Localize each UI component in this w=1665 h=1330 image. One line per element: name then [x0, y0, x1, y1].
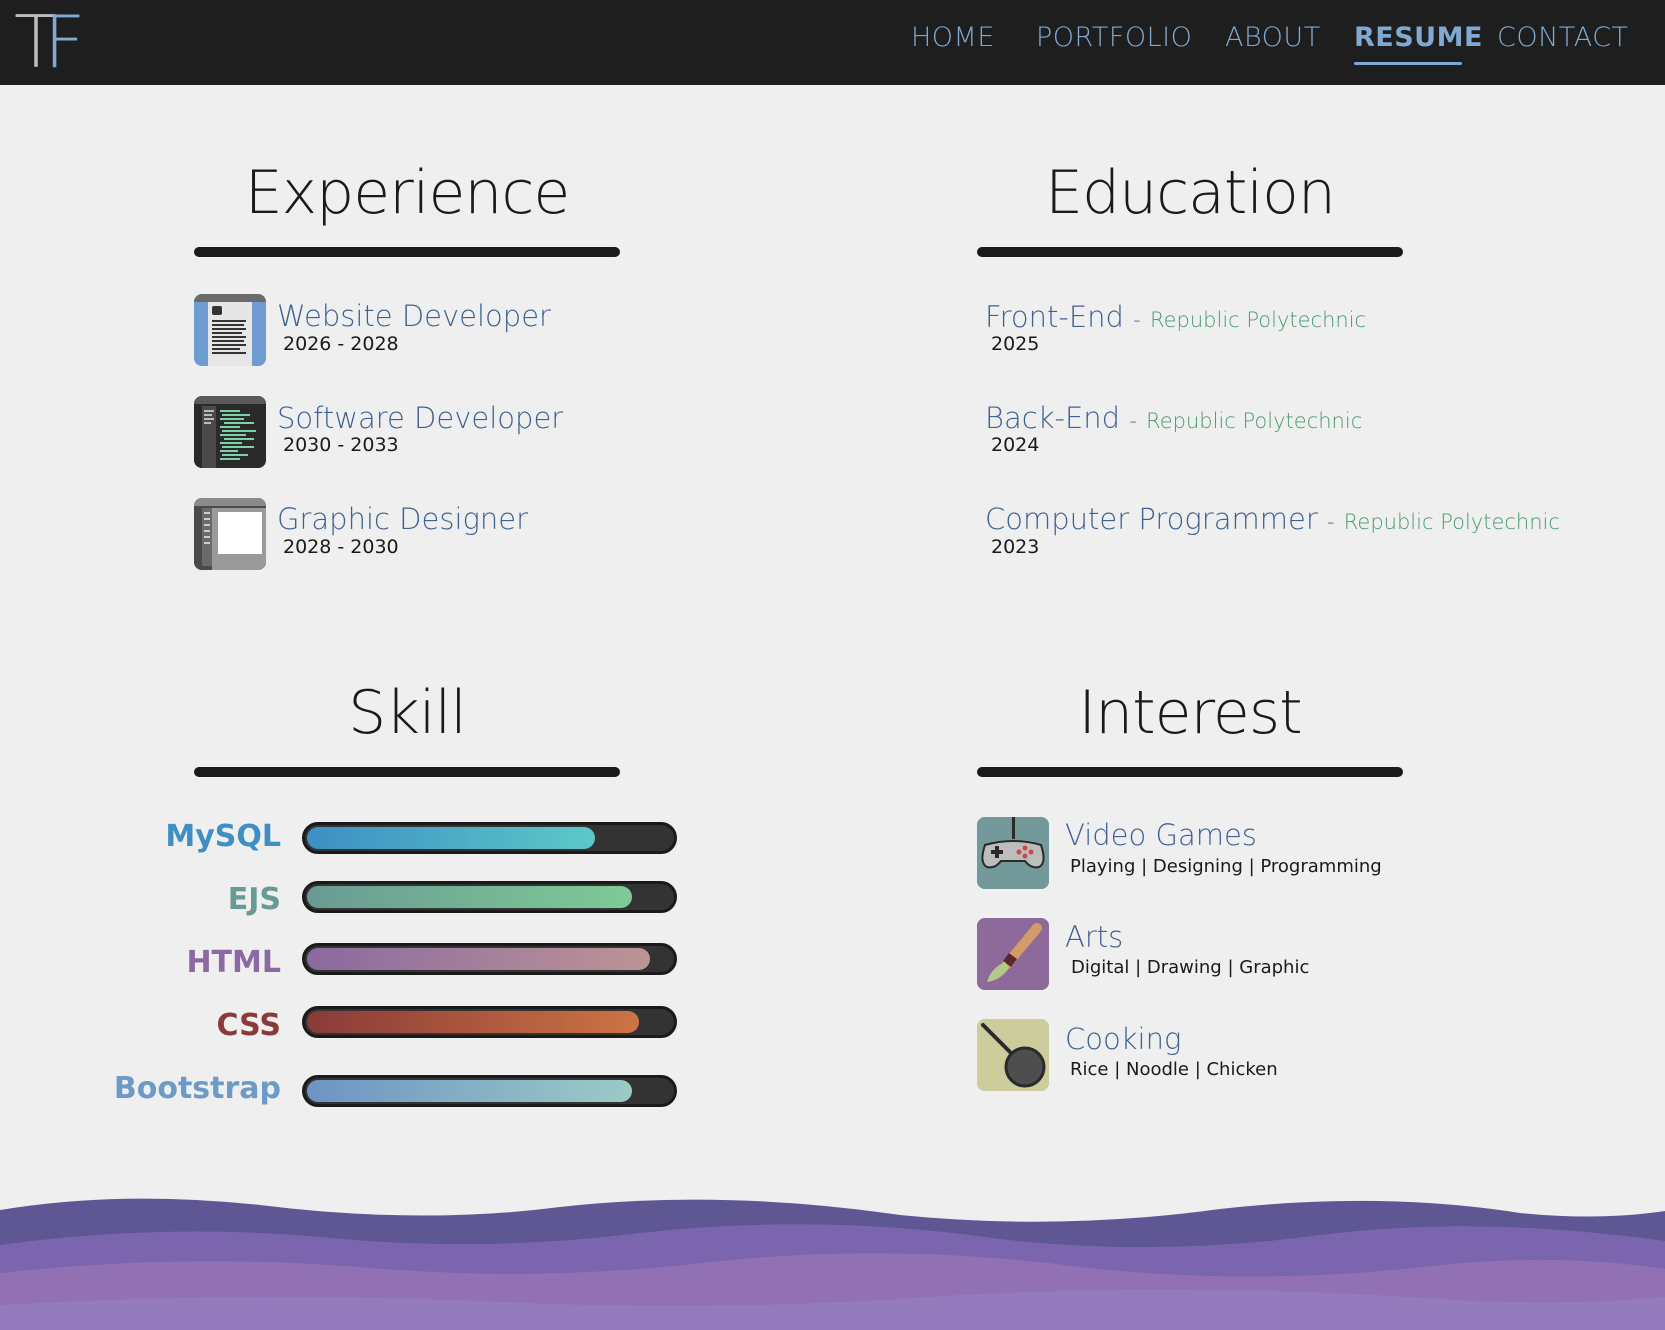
education-degree: Back-End	[985, 401, 1121, 435]
interest-item-title: Video Games	[1065, 818, 1257, 852]
skill-bar-fill	[307, 1011, 639, 1033]
skill-bar-track	[302, 881, 677, 913]
experience-item-years: 2026 - 2028	[283, 333, 399, 355]
interest-item-detail: Playing | Designing | Programming	[1070, 856, 1382, 877]
gamepad-icon	[977, 817, 1049, 889]
logo-letter-f: F	[43, 0, 86, 84]
experience-item-title: Graphic Designer	[277, 502, 529, 536]
nav-portfolio[interactable]: PORTFOLIO	[1036, 22, 1192, 53]
nav-about[interactable]: ABOUT	[1225, 22, 1321, 53]
education-item-title: Back-End - Republic Polytechnic	[985, 401, 1362, 435]
skill-label: CSS	[216, 1008, 281, 1043]
top-navbar: TF HOME PORTFOLIO ABOUT RESUME CONTACT	[0, 0, 1665, 85]
skill-label: Bootstrap	[113, 1071, 281, 1106]
design-canvas-icon	[194, 498, 266, 570]
code-editor-icon	[194, 396, 266, 468]
skill-bar-track	[302, 943, 677, 975]
education-degree: Front-End	[985, 300, 1124, 334]
skill-bar-fill	[307, 948, 650, 970]
interest-rule	[977, 767, 1403, 777]
skill-label: EJS	[227, 882, 281, 917]
paintbrush-icon	[977, 918, 1049, 990]
education-institution: Republic Polytechnic	[1343, 510, 1560, 534]
education-degree: Computer Programmer	[985, 502, 1318, 536]
skill-label: MySQL	[165, 819, 281, 854]
frying-pan-icon	[977, 1019, 1049, 1091]
interest-heading: Interest	[1078, 678, 1302, 748]
education-item-title: Front-End - Republic Polytechnic	[985, 300, 1366, 334]
nav-contact[interactable]: CONTACT	[1497, 22, 1629, 53]
skill-label: HTML	[186, 945, 281, 980]
experience-item-title: Website Developer	[277, 299, 551, 333]
education-institution: Republic Polytechnic	[1146, 409, 1363, 433]
education-item-year: 2025	[991, 333, 1040, 355]
experience-item-years: 2030 - 2033	[283, 434, 399, 456]
skill-bar-fill	[307, 827, 595, 849]
skill-bar-fill	[307, 886, 632, 908]
education-separator: -	[1326, 510, 1335, 534]
education-heading: Education	[1045, 158, 1336, 228]
interest-item-title: Arts	[1065, 920, 1124, 954]
interest-item-title: Cooking	[1065, 1022, 1182, 1056]
nav-resume[interactable]: RESUME	[1354, 22, 1483, 53]
experience-heading: Experience	[244, 158, 571, 228]
education-separator: -	[1129, 409, 1137, 433]
experience-item-years: 2028 - 2030	[283, 536, 399, 558]
interest-item-detail: Digital | Drawing | Graphic	[1071, 957, 1310, 978]
skill-bar-track	[302, 822, 677, 854]
skill-bar-fill	[307, 1080, 632, 1102]
education-item-title: Computer Programmer - Republic Polytechn…	[985, 502, 1560, 536]
nav-active-underline	[1354, 62, 1462, 65]
education-item-year: 2024	[991, 434, 1040, 456]
skill-heading: Skill	[348, 678, 467, 748]
footer-waves	[0, 1198, 1665, 1330]
education-rule	[977, 247, 1403, 257]
document-icon	[194, 294, 266, 366]
skill-bar-track	[302, 1006, 677, 1038]
skill-rule	[194, 767, 620, 777]
experience-rule	[194, 247, 620, 257]
site-logo[interactable]: TF	[14, 6, 94, 78]
nav-home[interactable]: HOME	[911, 22, 995, 53]
education-item-year: 2023	[991, 536, 1040, 558]
education-separator: -	[1133, 308, 1141, 332]
experience-item-title: Software Developer	[277, 401, 564, 435]
skill-bar-track	[302, 1075, 677, 1107]
logo-letter-t: T	[14, 0, 58, 84]
interest-item-detail: Rice | Noodle | Chicken	[1070, 1059, 1278, 1080]
education-institution: Republic Polytechnic	[1149, 308, 1367, 332]
